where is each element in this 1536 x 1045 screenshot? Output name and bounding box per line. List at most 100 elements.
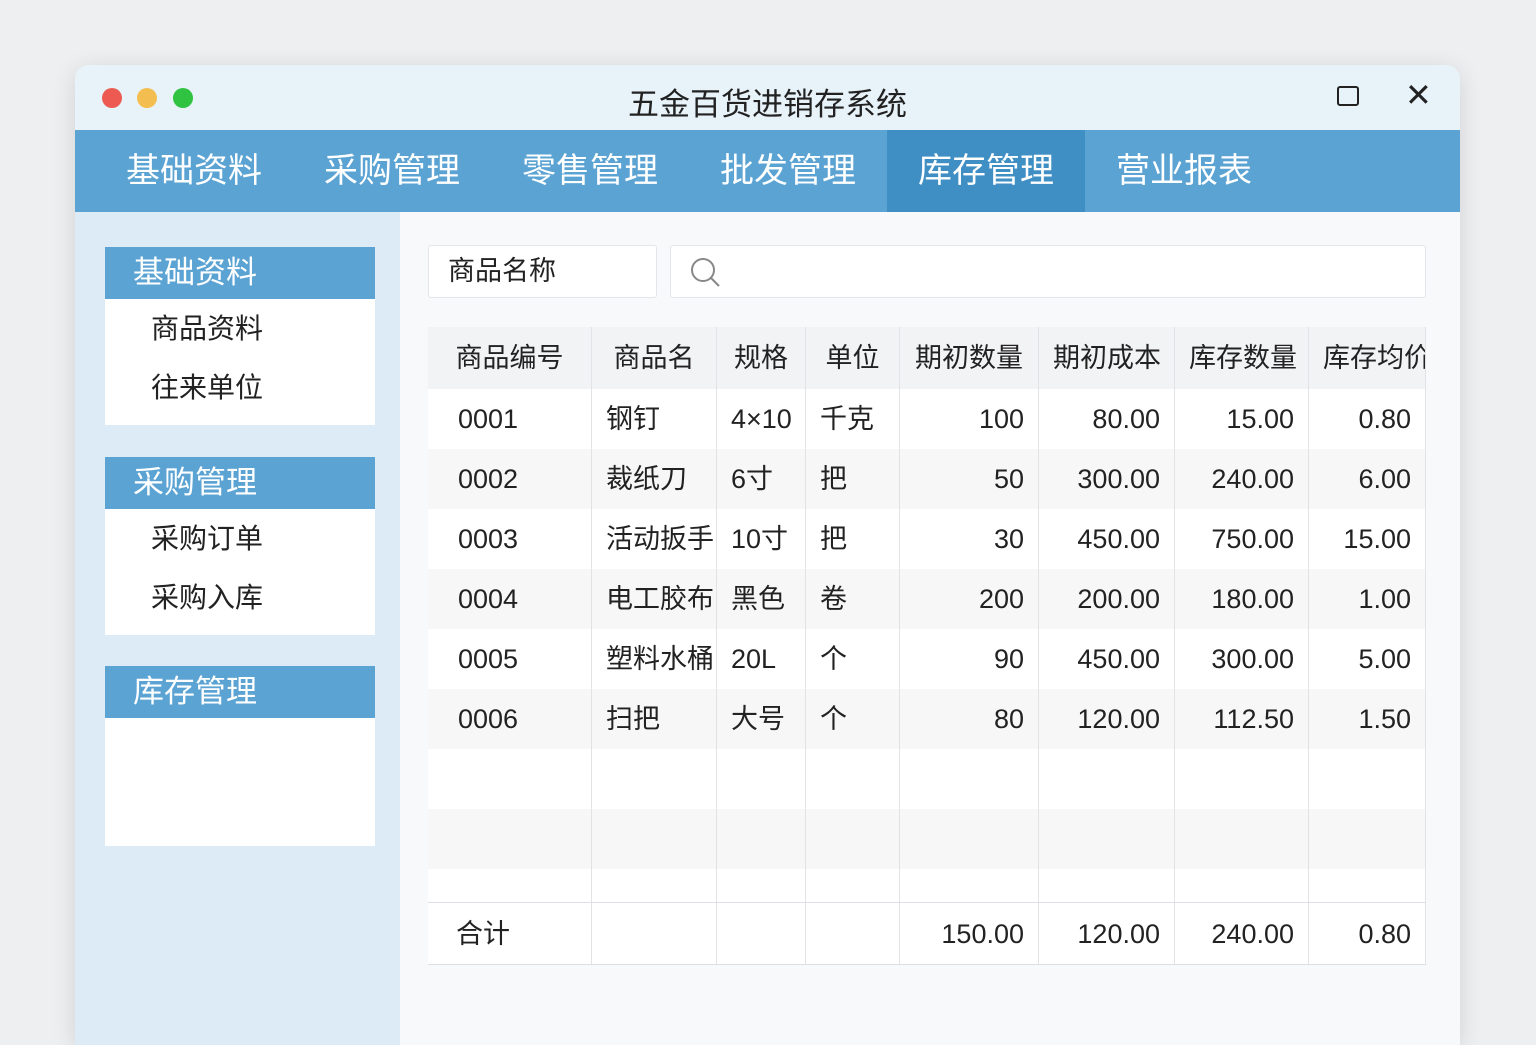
- menu-tab[interactable]: 零售管理: [491, 130, 689, 212]
- table-cell: [900, 869, 1039, 902]
- table-cell: [806, 809, 900, 869]
- sidebar-item[interactable]: 采购订单: [105, 509, 375, 568]
- total-cell: [717, 903, 806, 964]
- total-cell: 150.00: [900, 903, 1039, 964]
- table-cell: [1039, 749, 1175, 809]
- column-header[interactable]: 规格: [717, 327, 806, 389]
- close-icon[interactable]: ✕: [1405, 79, 1432, 111]
- sidebar-group-header[interactable]: 基础资料: [105, 247, 375, 299]
- table-cell: [1175, 749, 1309, 809]
- table-cell: 6.00: [1309, 449, 1426, 509]
- main-panel: 商品名称 商品编号 商品名 规格 单位 期初数量 期初成本 库存数量 库存均价 0001 钢钉 4×…: [400, 212, 1460, 1045]
- total-cell: 240.00: [1175, 903, 1309, 964]
- table-cell: [428, 809, 592, 869]
- total-cell: [592, 903, 717, 964]
- table-cell: [592, 749, 717, 809]
- table-row[interactable]: 0004 电工胶布 黑色卷 200 200.00 180.00 1.00: [428, 569, 1426, 629]
- sidebar-item[interactable]: 商品资料: [105, 299, 375, 358]
- table-cell: 750.00: [1175, 509, 1309, 569]
- total-cell: 120.00: [1039, 903, 1175, 964]
- table-row[interactable]: 0002 裁纸刀 6寸把 50 300.00 240.00 6.00: [428, 449, 1426, 509]
- table-cell: 0005: [428, 629, 592, 689]
- table-cell: 180.00: [1175, 569, 1309, 629]
- table-cell: [806, 869, 900, 902]
- sidebar-group-header[interactable]: 库存管理: [105, 666, 375, 718]
- table-row[interactable]: 0006 扫把 大号个 80 120.00 112.50 1.50: [428, 689, 1426, 749]
- table-header: 商品编号 商品名 规格 单位 期初数量 期初成本 库存数量 库存均价: [428, 327, 1426, 389]
- table-cell: [428, 749, 592, 809]
- table-cell: 80.00: [1039, 389, 1175, 449]
- table-row[interactable]: 0001 钢钉 4×10 千克 100 80.00 15.00 0.80: [428, 389, 1426, 449]
- table-row[interactable]: 0003 活动扳手 10寸把 30 450.00 750.00 15.00: [428, 509, 1426, 569]
- sidebar-item[interactable]: 往来单位: [105, 358, 375, 417]
- table-cell: 450.00: [1039, 509, 1175, 569]
- table-cell: 0.80: [1309, 389, 1426, 449]
- table-cell: 千克: [806, 389, 900, 449]
- table-cell: 0001: [428, 389, 592, 449]
- table-cell: [806, 749, 900, 809]
- sidebar-group: 采购管理 采购订单 采购入库: [105, 457, 375, 635]
- table-cell: 15.00: [1309, 509, 1426, 569]
- table-cell: [1309, 869, 1426, 902]
- table-cell: 黑色: [717, 569, 806, 629]
- table-cell: [428, 869, 592, 902]
- menu-tab[interactable]: 基础资料: [95, 130, 293, 212]
- empty-row: [428, 809, 1426, 869]
- sidebar-item[interactable]: 采购入库: [105, 568, 375, 627]
- table-cell: [592, 809, 717, 869]
- table-cell: 50: [900, 449, 1039, 509]
- column-header[interactable]: 库存均价: [1309, 327, 1426, 389]
- total-row: 合计 150.00 120.00 240.00 0.80: [428, 902, 1426, 965]
- table-row[interactable]: 0005 塑料水桶 20L 个 90 450.00 300.00 5.00: [428, 629, 1426, 689]
- table-cell: [717, 749, 806, 809]
- table-cell: 240.00: [1175, 449, 1309, 509]
- total-cell: 合计: [428, 903, 592, 964]
- app-window: 五金百货进销存系统 ✕ 基础资料 采购管理 零售管理 批发管理 库存管理 营业报表 基础资…: [75, 65, 1460, 1045]
- table-cell: 20L: [717, 629, 806, 689]
- column-header[interactable]: 商品编号: [428, 327, 592, 389]
- table-cell: [1309, 809, 1426, 869]
- table-cell: 1.00: [1309, 569, 1426, 629]
- table-cell: 把: [806, 449, 900, 509]
- column-header[interactable]: 库存数量: [1175, 327, 1309, 389]
- window-title: 五金百货进销存系统: [628, 87, 907, 122]
- menu-tab[interactable]: 批发管理: [689, 130, 887, 212]
- sidebar: 基础资料 商品资料 往来单位采购管理 采购订单 采购入库库存管理: [75, 212, 400, 1045]
- menu-tab[interactable]: 采购管理: [293, 130, 491, 212]
- table-cell: [592, 869, 717, 902]
- table-cell: 把: [806, 509, 900, 569]
- menu-tab[interactable]: 营业报表: [1085, 130, 1283, 212]
- table-cell: 120.00: [1039, 689, 1175, 749]
- table-cell: 大号: [717, 689, 806, 749]
- table-cell: 300.00: [1175, 629, 1309, 689]
- table-cell: [1175, 809, 1309, 869]
- column-header[interactable]: 期初数量: [900, 327, 1039, 389]
- column-header[interactable]: 单位: [806, 327, 900, 389]
- column-header[interactable]: 商品名: [592, 327, 717, 389]
- inventory-table: 商品编号 商品名 规格 单位 期初数量 期初成本 库存数量 库存均价 0001 钢钉 4×10 千克 1…: [428, 327, 1426, 965]
- table-cell: 112.50: [1175, 689, 1309, 749]
- table-cell: 450.00: [1039, 629, 1175, 689]
- table-cell: 0002: [428, 449, 592, 509]
- menu-tab[interactable]: 库存管理: [887, 130, 1085, 212]
- table-cell: [717, 869, 806, 902]
- table-cell: 1.50: [1309, 689, 1426, 749]
- table-cell: 6寸: [717, 449, 806, 509]
- table-cell: 裁纸刀: [592, 449, 717, 509]
- table-cell: 100: [900, 389, 1039, 449]
- search-field-label[interactable]: 商品名称: [428, 245, 657, 298]
- table-cell: [1039, 809, 1175, 869]
- table-cell: [1175, 869, 1309, 902]
- table-cell: 0003: [428, 509, 592, 569]
- search-input[interactable]: [670, 245, 1426, 298]
- table-cell: 0004: [428, 569, 592, 629]
- table-cell: 10寸: [717, 509, 806, 569]
- empty-row: [428, 869, 1426, 902]
- sidebar-group-header[interactable]: 采购管理: [105, 457, 375, 509]
- column-header[interactable]: 期初成本: [1039, 327, 1175, 389]
- table-cell: 90: [900, 629, 1039, 689]
- table-cell: 30: [900, 509, 1039, 569]
- empty-row: [428, 749, 1426, 809]
- search-icon: [691, 258, 720, 287]
- maximize-icon[interactable]: [1337, 86, 1359, 106]
